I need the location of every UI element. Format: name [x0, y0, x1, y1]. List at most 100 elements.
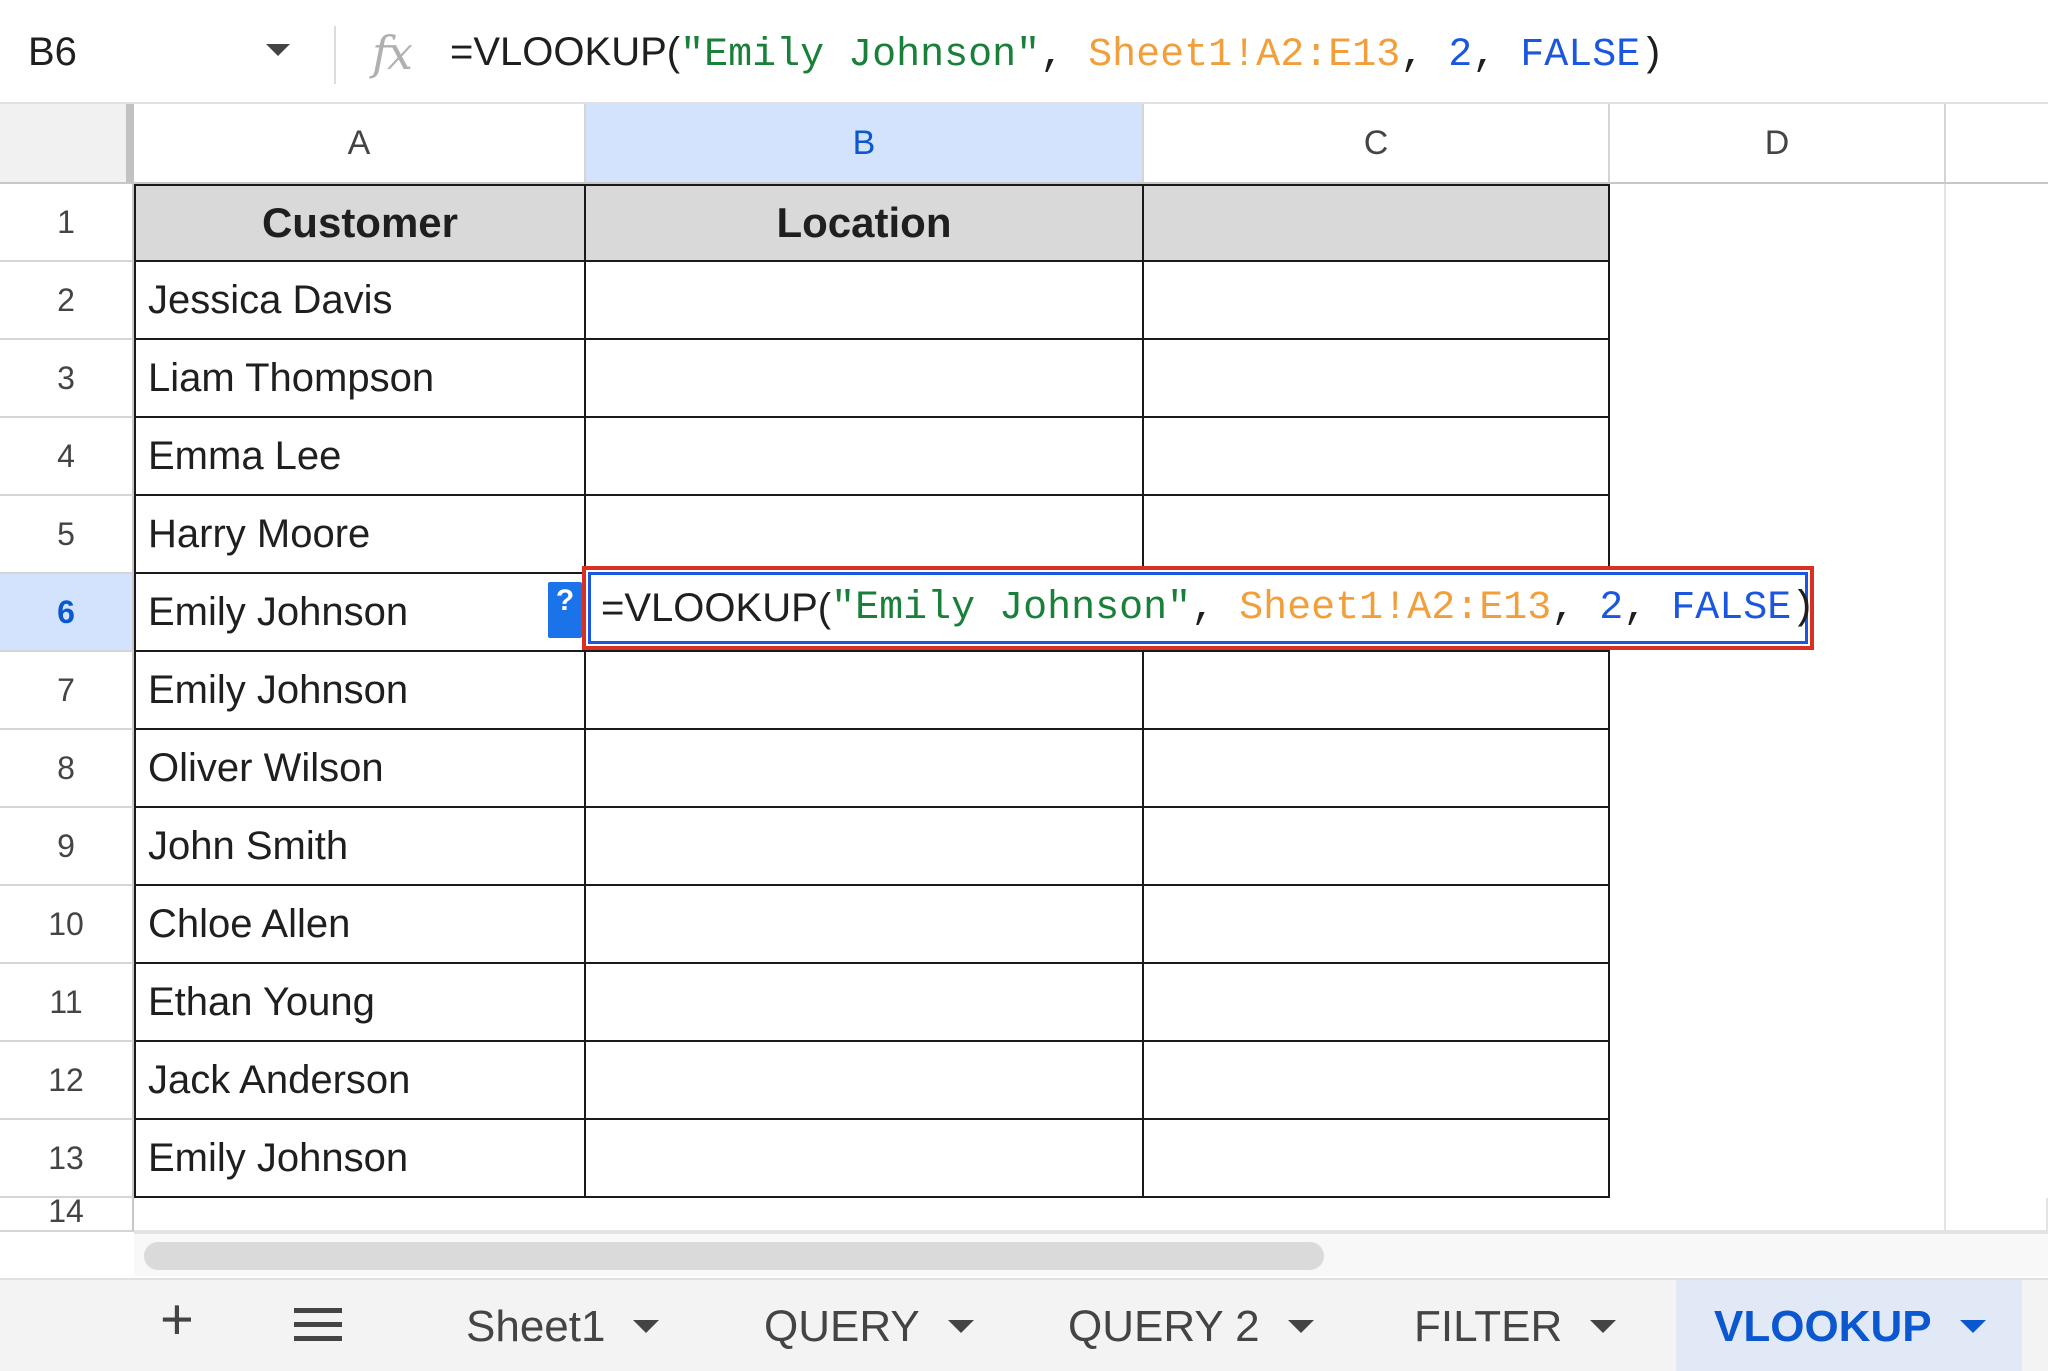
- cell-a9[interactable]: John Smith: [134, 808, 586, 886]
- editor-formula-function: =VLOOKUP(: [601, 585, 832, 630]
- cell-c13[interactable]: [1144, 1120, 1610, 1198]
- select-all-corner[interactable]: [0, 104, 134, 182]
- formula-separator: ,: [1040, 33, 1089, 78]
- row-header-3[interactable]: 3: [0, 340, 134, 418]
- formula-function: =VLOOKUP(: [450, 30, 681, 74]
- cell-c1[interactable]: [1144, 184, 1610, 262]
- cell-b7[interactable]: [586, 652, 1144, 730]
- editor-arg-lookup-value: "Emily Johnson": [831, 585, 1192, 631]
- column-header-a[interactable]: A: [134, 104, 586, 182]
- row-header-10[interactable]: 10: [0, 886, 134, 964]
- column-header-b[interactable]: B: [586, 104, 1144, 182]
- cell-c9[interactable]: [1144, 808, 1610, 886]
- row-header-12[interactable]: 12: [0, 1042, 134, 1120]
- formula-bar: B6 fx =VLOOKUP("Emily Johnson", Sheet1!A…: [0, 0, 2048, 104]
- cell-a4[interactable]: Emma Lee: [134, 418, 586, 496]
- sheet-tab-label: FILTER: [1414, 1301, 1563, 1351]
- cell-a5[interactable]: Harry Moore: [134, 496, 586, 574]
- empty-grid-area[interactable]: [1610, 184, 1946, 1232]
- row-header-7[interactable]: 7: [0, 652, 134, 730]
- horizontal-scrollbar-thumb[interactable]: [144, 1242, 1324, 1270]
- row-header-13[interactable]: 13: [0, 1120, 134, 1198]
- sheet-tab-query-2[interactable]: QUERY 2: [1068, 1280, 1314, 1371]
- cell-a3[interactable]: Liam Thompson: [134, 340, 586, 418]
- sheet-tab-label: VLOOKUP: [1714, 1301, 1932, 1351]
- chevron-down-icon[interactable]: [1959, 1320, 1986, 1333]
- cell-a10[interactable]: Chloe Allen: [134, 886, 586, 964]
- cell-c2[interactable]: [1144, 262, 1610, 340]
- chevron-down-icon[interactable]: [633, 1320, 660, 1333]
- cell-editor[interactable]: =VLOOKUP("Emily Johnson", Sheet1!A2:E13,…: [582, 566, 1815, 650]
- row-header-8[interactable]: 8: [0, 730, 134, 808]
- cell-b5[interactable]: [586, 496, 1144, 574]
- editor-separator: ,: [1623, 585, 1672, 631]
- editor-separator: ,: [1551, 585, 1600, 631]
- formula-input[interactable]: =VLOOKUP("Emily Johnson", Sheet1!A2:E13,…: [450, 30, 1664, 78]
- name-box[interactable]: B6: [28, 30, 77, 75]
- cell-a8[interactable]: Oliver Wilson: [134, 730, 586, 808]
- name-box-dropdown-icon[interactable]: [266, 44, 290, 56]
- formula-arg-range: Sheet1!A2:E13: [1088, 33, 1401, 78]
- cell-b4[interactable]: [586, 418, 1144, 496]
- cell-c11[interactable]: [1144, 964, 1610, 1042]
- horizontal-scrollbar[interactable]: [134, 1232, 2048, 1276]
- sheet-tab-filter[interactable]: FILTER: [1414, 1280, 1617, 1371]
- cell-c5[interactable]: [1144, 496, 1610, 574]
- cell-a11[interactable]: Ethan Young: [134, 964, 586, 1042]
- editor-arg-match-mode: FALSE: [1671, 585, 1792, 631]
- row-header-2[interactable]: 2: [0, 262, 134, 340]
- chevron-down-icon[interactable]: [947, 1320, 974, 1333]
- column-header-c[interactable]: C: [1144, 104, 1610, 182]
- cell-editor-input[interactable]: =VLOOKUP("Emily Johnson", Sheet1!A2:E13,…: [588, 572, 1815, 644]
- cell-c4[interactable]: [1144, 418, 1610, 496]
- cell-b12[interactable]: [586, 1042, 1144, 1120]
- cell-c10[interactable]: [1144, 886, 1610, 964]
- row-header-5[interactable]: 5: [0, 496, 134, 574]
- row-header-14[interactable]: 14: [0, 1198, 134, 1232]
- cell-c12[interactable]: [1144, 1042, 1610, 1120]
- formula-arg-lookup-value: "Emily Johnson": [680, 33, 1041, 78]
- sheet-tab-sheet1[interactable]: Sheet1: [466, 1280, 660, 1371]
- row-header-6[interactable]: 6: [0, 574, 134, 652]
- formula-arg-index: 2: [1448, 33, 1473, 78]
- add-sheet-button[interactable]: +: [160, 1286, 194, 1353]
- all-sheets-menu-icon[interactable]: [294, 1308, 342, 1350]
- cell-c3[interactable]: [1144, 340, 1610, 418]
- cell-b11[interactable]: [586, 964, 1144, 1042]
- formula-help-button[interactable]: ?: [548, 582, 582, 638]
- editor-close-paren: ): [1791, 585, 1816, 631]
- sheet-tab-vlookup[interactable]: VLOOKUP: [1676, 1280, 2022, 1371]
- fx-icon: fx: [372, 26, 413, 80]
- cell-b3[interactable]: [586, 340, 1144, 418]
- sheet-tab-query[interactable]: QUERY: [764, 1280, 974, 1371]
- editor-separator: ,: [1191, 585, 1240, 631]
- editor-arg-index: 2: [1599, 585, 1624, 631]
- row-header-11[interactable]: 11: [0, 964, 134, 1042]
- cell-b2[interactable]: [586, 262, 1144, 340]
- cell-b8[interactable]: [586, 730, 1144, 808]
- column-header-d[interactable]: D: [1610, 104, 1946, 182]
- cell-a6[interactable]: Emily Johnson: [134, 574, 586, 652]
- cell-a13[interactable]: Emily Johnson: [134, 1120, 586, 1198]
- row-header-4[interactable]: 4: [0, 418, 134, 496]
- cell-a12[interactable]: Jack Anderson: [134, 1042, 586, 1120]
- chevron-down-icon[interactable]: [1287, 1320, 1314, 1333]
- editor-arg-range: Sheet1!A2:E13: [1239, 585, 1552, 631]
- row-header-9[interactable]: 9: [0, 808, 134, 886]
- cell-a7[interactable]: Emily Johnson: [134, 652, 586, 730]
- cell-b13[interactable]: [586, 1120, 1144, 1198]
- sheet-tab-label: QUERY 2: [1068, 1301, 1260, 1351]
- cell-c8[interactable]: [1144, 730, 1610, 808]
- cell-b1[interactable]: Location: [586, 184, 1144, 262]
- sheet-tab-label: Sheet1: [466, 1301, 606, 1351]
- cell-b10[interactable]: [586, 886, 1144, 964]
- chevron-down-icon[interactable]: [1590, 1320, 1617, 1333]
- cell-c7[interactable]: [1144, 652, 1610, 730]
- cell-a2[interactable]: Jessica Davis: [134, 262, 586, 340]
- formula-arg-match-mode: FALSE: [1520, 33, 1641, 78]
- cell-b9[interactable]: [586, 808, 1144, 886]
- cell-a1[interactable]: Customer: [134, 184, 586, 262]
- row-14-cells[interactable]: [134, 1198, 2048, 1232]
- formula-bar-divider: [334, 26, 336, 84]
- row-header-1[interactable]: 1: [0, 184, 134, 262]
